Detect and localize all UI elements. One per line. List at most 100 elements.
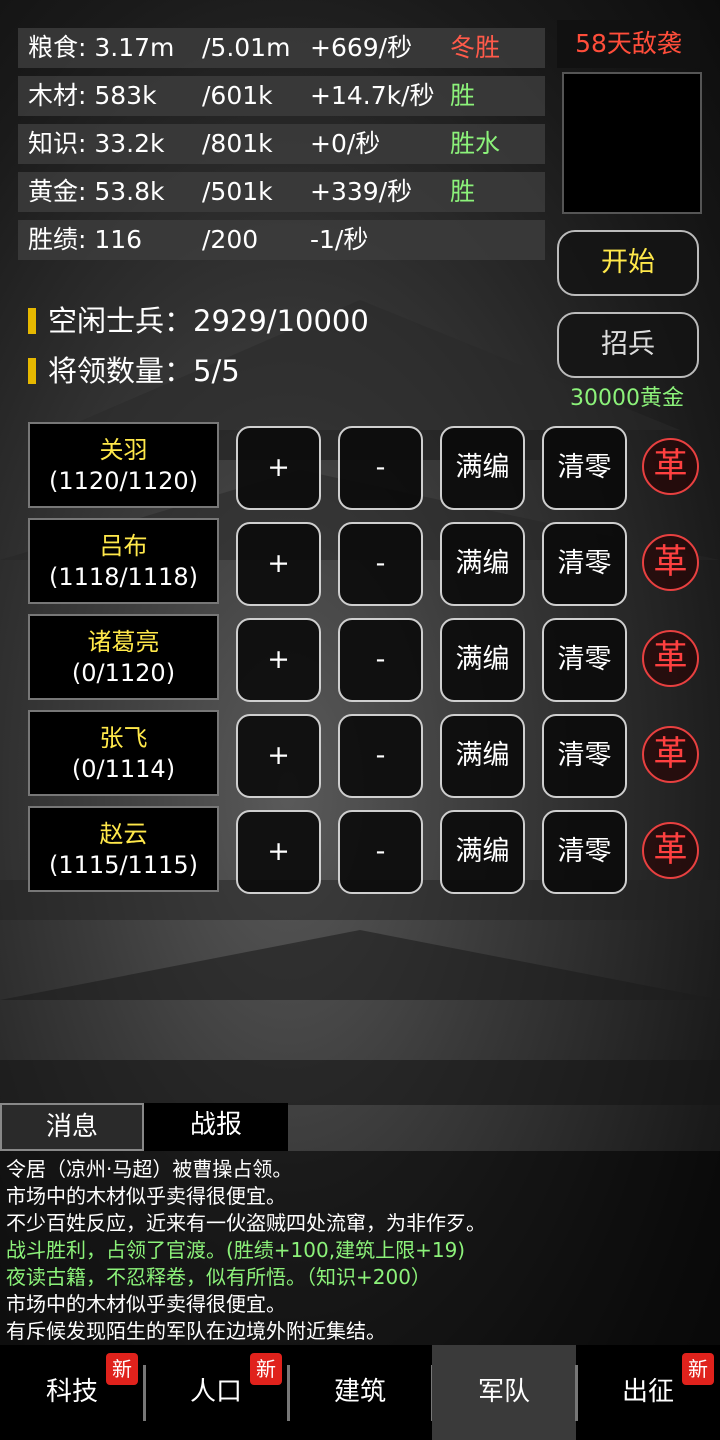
new-badge: 新 — [250, 1353, 282, 1385]
resource-row: 粮食: 3.17m/5.01m +669/秒 冬胜 — [18, 28, 545, 68]
dismiss-general-button[interactable]: 革 — [642, 822, 699, 879]
fill-troops-button[interactable]: 满编 — [440, 810, 525, 894]
resource-amount: 木材: 583k — [28, 81, 157, 110]
resource-amount: 知识: 33.2k — [28, 129, 165, 158]
resource-rate: +0/秒 — [310, 129, 381, 158]
log-line: 令居（凉州·马超）被曹操占领。 — [6, 1157, 293, 1181]
general-row: 吕布 (1118/1118) + - 满编 清零 革 — [0, 518, 720, 608]
add-troops-button[interactable]: + — [236, 426, 321, 510]
resource-rate: +669/秒 — [310, 33, 413, 62]
general-troops: (0/1114) — [71, 755, 176, 783]
nav-label: 人口 — [189, 1377, 242, 1407]
general-card[interactable]: 诸葛亮 (0/1120) — [28, 614, 219, 700]
bottom-nav: 科技新人口新建筑 军队 出征新 — [0, 1345, 720, 1440]
start-button[interactable]: 开始 — [557, 230, 699, 296]
marker-bar — [28, 358, 36, 384]
dismiss-general-button[interactable]: 革 — [642, 438, 699, 495]
remove-troops-button[interactable]: - — [338, 426, 423, 510]
resource-rate: +14.7k/秒 — [310, 81, 435, 110]
dismiss-general-button[interactable]: 革 — [642, 726, 699, 783]
fill-troops-button[interactable]: 满编 — [440, 618, 525, 702]
add-troops-button[interactable]: + — [236, 714, 321, 798]
resource-tag: 冬胜 — [450, 33, 501, 62]
enemy-attack-countdown: 58天敌袭 — [557, 20, 700, 68]
message-tabs: 消息 战报 — [0, 1103, 288, 1151]
marker-bar — [28, 308, 36, 334]
message-log: 令居（凉州·马超）被曹操占领。 市场中的木材似乎卖得很便宜。不少百姓反应，近来有一… — [0, 1151, 720, 1345]
remove-troops-button[interactable]: - — [338, 618, 423, 702]
log-line: 不少百姓反应，近来有一伙盗贼四处流窜，为非作歹。 — [6, 1211, 486, 1235]
nav-label: 科技 — [45, 1377, 98, 1407]
new-badge: 新 — [682, 1353, 714, 1385]
resource-amount: 胜绩: 116 — [28, 225, 143, 254]
resource-row: 知识: 33.2k/801k +0/秒 胜水 — [18, 124, 545, 164]
general-troops: (1118/1118) — [49, 563, 198, 591]
dismiss-general-button[interactable]: 革 — [642, 630, 699, 687]
general-name: 赵云 — [99, 820, 148, 848]
new-badge: 新 — [106, 1353, 138, 1385]
nav-expedition[interactable]: 出征新 — [576, 1345, 720, 1440]
general-troops: (1120/1120) — [49, 467, 198, 495]
dismiss-general-button[interactable]: 革 — [642, 534, 699, 591]
nav-label: 出征 — [621, 1377, 674, 1407]
add-troops-button[interactable]: + — [236, 810, 321, 894]
general-card[interactable]: 吕布 (1118/1118) — [28, 518, 219, 604]
nav-army[interactable]: 军队 — [432, 1345, 576, 1440]
resource-tag: 胜 — [450, 81, 476, 110]
fill-troops-button[interactable]: 满编 — [440, 714, 525, 798]
general-card[interactable]: 赵云 (1115/1115) — [28, 806, 219, 892]
general-troops: (0/1120) — [71, 659, 176, 687]
generals-count-text: 将领数量：5/5 — [48, 354, 240, 388]
resource-tag: 胜 — [450, 177, 476, 206]
resource-row: 木材: 583k/601k +14.7k/秒胜 — [18, 76, 545, 116]
resource-tag: 胜水 — [450, 129, 501, 158]
general-troops: (1115/1115) — [49, 851, 198, 879]
general-name: 关羽 — [99, 436, 148, 464]
remove-troops-button[interactable]: - — [338, 714, 423, 798]
clear-troops-button[interactable]: 清零 — [542, 522, 627, 606]
clear-troops-button[interactable]: 清零 — [542, 426, 627, 510]
general-row: 张飞 (0/1114) + - 满编 清零 革 — [0, 710, 720, 800]
clear-troops-button[interactable]: 清零 — [542, 714, 627, 798]
remove-troops-button[interactable]: - — [338, 810, 423, 894]
resource-max: /601k — [202, 81, 273, 110]
tab-messages[interactable]: 消息 — [0, 1103, 144, 1151]
nav-label: 建筑 — [333, 1377, 386, 1407]
general-card[interactable]: 关羽 (1120/1120) — [28, 422, 219, 508]
clear-troops-button[interactable]: 清零 — [542, 810, 627, 894]
general-row: 关羽 (1120/1120) + - 满编 清零 革 — [0, 422, 720, 512]
clear-troops-button[interactable]: 清零 — [542, 618, 627, 702]
log-line: 战斗胜利，占领了官渡。(胜绩+100,建筑上限+19) — [6, 1238, 466, 1262]
add-troops-button[interactable]: + — [236, 522, 321, 606]
resource-max: /5.01m — [202, 33, 291, 62]
log-line: 市场中的木材似乎卖得很便宜。 — [6, 1184, 286, 1208]
fill-troops-button[interactable]: 满编 — [440, 426, 525, 510]
log-line: 市场中的木材似乎卖得很便宜。 — [6, 1292, 286, 1316]
resource-row: 胜绩: 116/200 -1/秒 — [18, 220, 545, 260]
idle-soldiers-text: 空闲士兵：2929/10000 — [48, 304, 369, 338]
nav-population[interactable]: 人口新 — [144, 1345, 288, 1440]
resource-amount: 黄金: 53.8k — [28, 177, 165, 206]
log-line: 夜读古籍，不忍释卷，似有所悟。（知识+200） — [6, 1265, 431, 1289]
general-card[interactable]: 张飞 (0/1114) — [28, 710, 219, 796]
resource-rate: -1/秒 — [310, 225, 369, 254]
general-name: 吕布 — [99, 532, 148, 560]
generals-count: 将领数量：5/5 — [28, 354, 240, 388]
recruit-cost: 30000黄金 — [570, 386, 684, 411]
recruit-button[interactable]: 招兵 — [557, 312, 699, 378]
nav-tech[interactable]: 科技新 — [0, 1345, 144, 1440]
general-name: 张飞 — [99, 724, 148, 752]
idle-soldiers: 空闲士兵：2929/10000 — [28, 304, 369, 338]
nav-buildings[interactable]: 建筑 — [288, 1345, 432, 1440]
fill-troops-button[interactable]: 满编 — [440, 522, 525, 606]
log-line: 有斥候发现陌生的军队在边境外附近集结。 — [6, 1319, 386, 1343]
minimap-panel — [562, 72, 702, 214]
tab-battle-report[interactable]: 战报 — [144, 1103, 288, 1151]
general-row: 诸葛亮 (0/1120) + - 满编 清零 革 — [0, 614, 720, 704]
resource-rate: +339/秒 — [310, 177, 413, 206]
resource-amount: 粮食: 3.17m — [28, 33, 175, 62]
add-troops-button[interactable]: + — [236, 618, 321, 702]
remove-troops-button[interactable]: - — [338, 522, 423, 606]
nav-label: 军队 — [477, 1377, 530, 1407]
general-name: 诸葛亮 — [87, 628, 160, 656]
